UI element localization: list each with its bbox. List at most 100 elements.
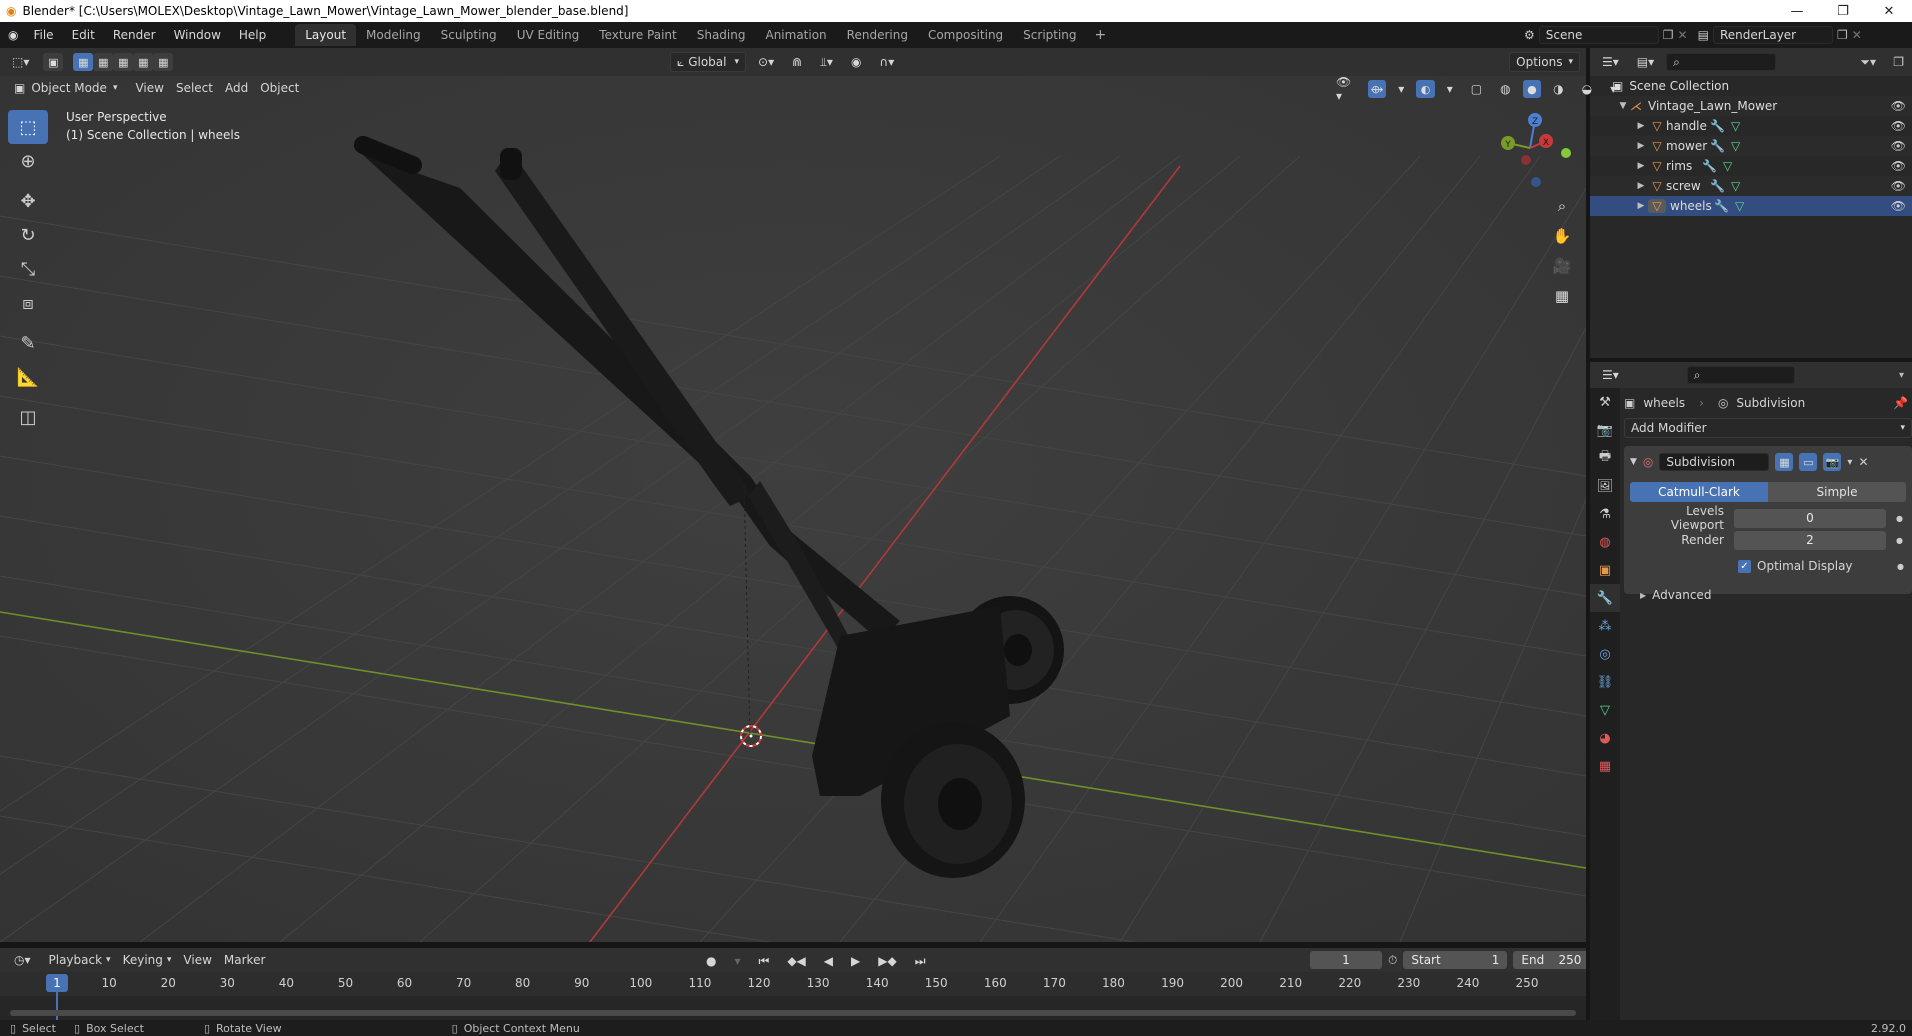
mesh-data-icon[interactable]: ▽	[1731, 179, 1740, 193]
outliner-item-mower[interactable]: ▶ ▽ mower 🔧 ▽ 👁	[1590, 136, 1912, 156]
expand-triangle-icon[interactable]: ▶	[1634, 141, 1648, 151]
properties-search-input[interactable]: ⌕	[1686, 366, 1795, 384]
pin-icon[interactable]: 📌	[1893, 396, 1908, 410]
record-keyframe-icon[interactable]: ●	[700, 951, 722, 971]
render-layer-copy-icon[interactable]: ❐	[1837, 28, 1848, 42]
select-subtract-icon[interactable]: ▦	[113, 53, 134, 71]
tab-scripting[interactable]: Scripting	[1013, 24, 1086, 46]
scene-copy-icon[interactable]: ❐	[1663, 28, 1674, 42]
tab-rendering[interactable]: Rendering	[837, 24, 918, 46]
tool-tab-icon[interactable]: ⚒	[1590, 388, 1620, 416]
filter-icon[interactable]: ⏷▾	[1860, 55, 1876, 70]
wireframe-shading-icon[interactable]: ◍	[1494, 79, 1516, 99]
menu-playback[interactable]: Playback ▾	[43, 950, 117, 970]
timeline-scrollbar[interactable]	[10, 1010, 1576, 1016]
modifier-menu-chevron-icon[interactable]: ▾	[1847, 457, 1852, 468]
play-icon[interactable]: ▶	[845, 951, 866, 971]
transform-tool-icon[interactable]: ⧈	[8, 286, 48, 320]
zoom-icon[interactable]: ⌕	[1548, 192, 1576, 220]
next-keyframe-icon[interactable]: ▶◆	[872, 951, 902, 971]
expand-triangle-icon[interactable]: ▼	[1616, 101, 1630, 111]
view-layer-tab-icon[interactable]: 🖼	[1590, 472, 1620, 500]
mesh-data-icon[interactable]: ▽	[1731, 139, 1740, 153]
tab-texture-paint[interactable]: Texture Paint	[589, 24, 686, 46]
menu-timeline-view[interactable]: View	[177, 950, 217, 970]
modifier-wrench-icon[interactable]: 🔧	[1710, 119, 1725, 133]
menu-file[interactable]: File	[24, 28, 62, 42]
viewport-toggle-icon[interactable]: ▭	[1799, 453, 1818, 471]
menu-object[interactable]: Object	[254, 78, 305, 98]
end-frame-field[interactable]: End 250	[1513, 951, 1590, 969]
pivot-point-icon[interactable]: ⊙▾	[752, 52, 780, 72]
visibility-icon[interactable]: 👁▾	[1330, 75, 1362, 103]
object-tab-icon[interactable]: ▣	[1590, 556, 1620, 584]
maximize-button[interactable]: ❐	[1820, 0, 1866, 22]
menu-render[interactable]: Render	[104, 28, 165, 42]
falloff-icon[interactable]: ∩▾	[873, 52, 900, 72]
options-dropdown[interactable]: Options ▾	[1509, 52, 1580, 72]
render-tab-icon[interactable]: 📷	[1590, 416, 1620, 444]
gizmo-dropdown-icon[interactable]: ▾	[1392, 79, 1410, 99]
tab-modeling[interactable]: Modeling	[356, 24, 431, 46]
overlay-dropdown-icon[interactable]: ▾	[1441, 79, 1459, 99]
snap-icon[interactable]: ⋒	[786, 52, 808, 72]
area-separator[interactable]	[1590, 358, 1912, 362]
select-extend-icon[interactable]: ▦	[93, 53, 114, 71]
select-mode-icon[interactable]: ▣	[43, 53, 64, 71]
output-tab-icon[interactable]: 🖶	[1590, 444, 1620, 472]
overlay-toggle-icon[interactable]: ◐	[1416, 80, 1435, 98]
visibility-eye-icon[interactable]: 👁	[1891, 159, 1906, 173]
preview-range-icon[interactable]: ⏱	[1388, 953, 1397, 968]
object-mode-dropdown[interactable]: ▣ Object Mode ▾	[8, 78, 123, 98]
area-separator[interactable]	[0, 942, 1586, 948]
shading-dropdown-icon[interactable]: ▾	[1604, 79, 1622, 99]
properties-editor-icon[interactable]: ☰▾	[1596, 365, 1625, 385]
current-frame-field[interactable]: 1	[1310, 951, 1382, 969]
gizmo-toggle-icon[interactable]: ⟴	[1367, 80, 1387, 98]
visibility-eye-icon[interactable]: 👁	[1891, 199, 1906, 213]
scene-field[interactable]: Scene	[1538, 26, 1659, 44]
mesh-data-icon[interactable]: ▽	[1723, 159, 1732, 173]
visibility-eye-icon[interactable]: 👁	[1891, 99, 1906, 113]
modifier-wrench-icon[interactable]: 🔧	[1710, 139, 1725, 153]
menu-add[interactable]: Add	[219, 78, 254, 98]
solid-shading-icon[interactable]: ●	[1522, 80, 1542, 98]
physics-tab-icon[interactable]: ◎	[1590, 640, 1620, 668]
tab-animation[interactable]: Animation	[755, 24, 836, 46]
blender-menu-icon[interactable]: ◉	[8, 28, 18, 42]
area-separator[interactable]	[1586, 48, 1590, 1020]
menu-edit[interactable]: Edit	[63, 28, 104, 42]
scene-tab-icon[interactable]: ⚗	[1590, 500, 1620, 528]
proportional-edit-icon[interactable]: ◉	[845, 52, 867, 72]
rotate-tool-icon[interactable]: ↻	[8, 218, 48, 252]
options-chevron-icon[interactable]: ▾	[1899, 370, 1904, 381]
play-reverse-icon[interactable]: ◀	[818, 951, 839, 971]
menu-keying[interactable]: Keying ▾	[117, 950, 178, 970]
render-levels-field[interactable]: 2	[1734, 530, 1886, 550]
scale-tool-icon[interactable]: ⤡	[8, 252, 48, 286]
outliner-item-handle[interactable]: ▶ ▽ handle 🔧 ▽ 👁	[1590, 116, 1912, 136]
edit-mode-toggle-icon[interactable]: ▦	[1775, 453, 1794, 471]
camera-view-icon[interactable]: 🎥	[1548, 252, 1576, 280]
add-cube-tool-icon[interactable]: ◫	[8, 400, 48, 434]
tab-uv-editing[interactable]: UV Editing	[507, 24, 590, 46]
render-layer-icon[interactable]: ▤	[1698, 28, 1709, 42]
expand-triangle-icon[interactable]: ▶	[1634, 161, 1648, 171]
expand-triangle-icon[interactable]: ▶	[1634, 121, 1648, 131]
modifier-name-field[interactable]: Subdivision	[1659, 453, 1770, 471]
tab-layout[interactable]: Layout	[295, 24, 357, 46]
visibility-eye-icon[interactable]: 👁	[1891, 179, 1906, 193]
measure-tool-icon[interactable]: 📐	[8, 360, 48, 394]
jump-end-icon[interactable]: ⏭	[909, 951, 932, 971]
move-tool-icon[interactable]: ✥	[8, 184, 48, 218]
render-toggle-icon[interactable]: 📷	[1823, 453, 1842, 471]
display-mode-icon[interactable]: ▤▾	[1631, 52, 1660, 72]
visibility-eye-icon[interactable]: 👁	[1891, 119, 1906, 133]
modifier-wrench-icon[interactable]: 🔧	[1702, 159, 1717, 173]
select-box-tool-icon[interactable]: ⬚	[8, 110, 48, 144]
editor-type-icon[interactable]: ⬚▾	[6, 52, 35, 72]
scene-remove-icon[interactable]: ✕	[1678, 28, 1688, 42]
levels-viewport-field[interactable]: 0	[1734, 508, 1886, 528]
cursor-tool-icon[interactable]: ⊕	[8, 144, 48, 178]
tab-compositing[interactable]: Compositing	[918, 24, 1013, 46]
